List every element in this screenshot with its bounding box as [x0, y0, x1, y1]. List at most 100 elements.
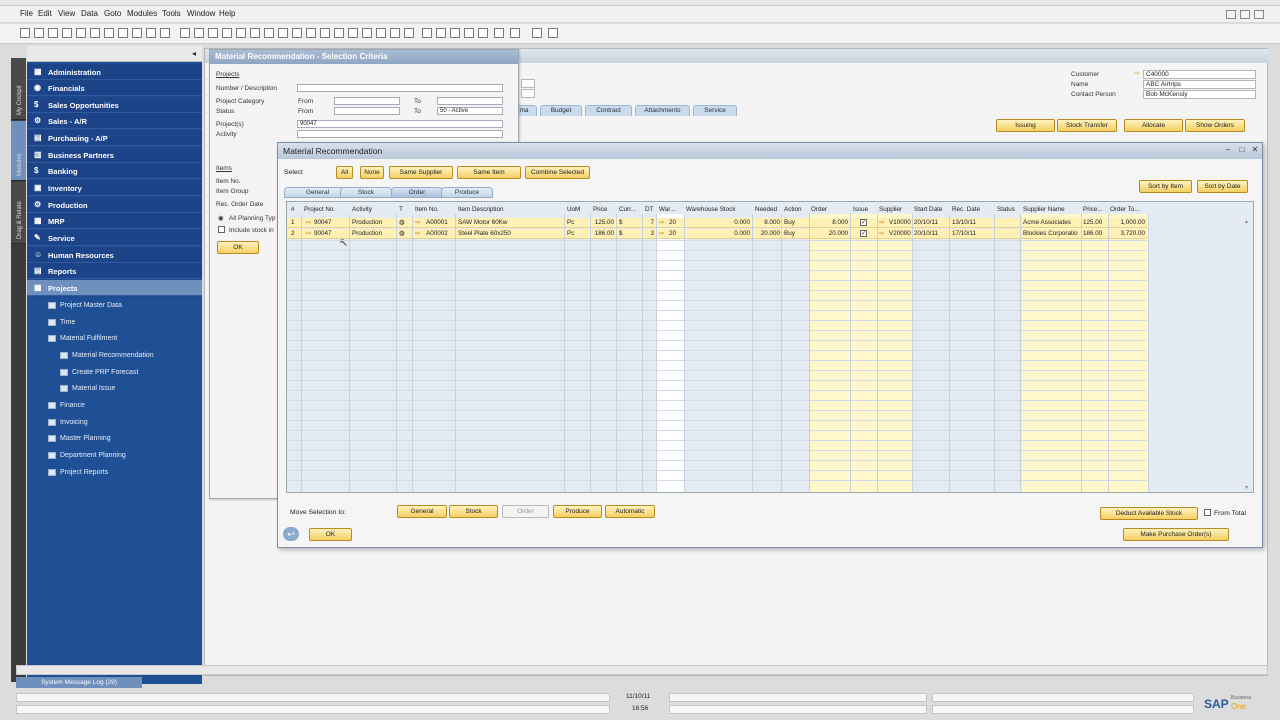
column-header[interactable]: Issue: [853, 206, 868, 213]
sidebar-item-project-reports[interactable]: Project Reports: [27, 465, 202, 481]
tab-service[interactable]: Service: [693, 105, 737, 116]
minimize-icon[interactable]: –: [1223, 146, 1233, 155]
deduct-available-stock-button[interactable]: Deduct Available Stock: [1100, 507, 1198, 520]
tab-order[interactable]: Order: [391, 187, 443, 198]
make-purchase-orders-button[interactable]: Make Purchase Order(s): [1123, 528, 1229, 541]
toolbar-button-icon[interactable]: [278, 28, 288, 38]
scroll-down-icon[interactable]: ▾: [1245, 484, 1248, 491]
toolbar-button-icon[interactable]: [264, 28, 274, 38]
module-sales-ar[interactable]: ⚙ Sales - A/R: [27, 113, 202, 129]
number-description-field[interactable]: [297, 84, 503, 92]
sidebar-item-material-fulfilment[interactable]: Material Fulfilment: [27, 331, 202, 347]
module-human-resources[interactable]: ☺ Human Resources: [27, 247, 202, 263]
toolbar-button-icon[interactable]: [76, 28, 86, 38]
column-header[interactable]: Curr...: [619, 206, 636, 213]
tab-drag-relate[interactable]: Drag & Relate: [11, 182, 26, 244]
move-general-button[interactable]: General: [397, 505, 447, 518]
bg-field[interactable]: [521, 79, 535, 88]
toolbar-button-icon[interactable]: [236, 28, 246, 38]
automatic-button[interactable]: Automatic: [605, 505, 655, 518]
column-header[interactable]: War...: [659, 206, 675, 213]
link-arrow-icon[interactable]: ⇨: [415, 219, 420, 226]
from-total-checkbox[interactable]: [1204, 509, 1211, 516]
toolbar-button-icon[interactable]: [118, 28, 128, 38]
column-header[interactable]: Order To...: [1110, 206, 1140, 213]
toolbar-button-icon[interactable]: [478, 28, 488, 38]
toolbar-button-icon[interactable]: [306, 28, 316, 38]
menu-modules[interactable]: Modules: [127, 9, 157, 18]
issue-checkbox[interactable]: ✓: [860, 219, 867, 226]
column-header[interactable]: #: [291, 206, 295, 213]
module-banking[interactable]: $ Banking: [27, 163, 202, 179]
module-production[interactable]: ⚙ Production: [27, 197, 202, 213]
tab-contract[interactable]: Contract: [585, 105, 632, 116]
sidebar-item-department-planning[interactable]: Department Planning: [27, 448, 202, 464]
toolbar-button-icon[interactable]: [34, 28, 44, 38]
show-orders-button[interactable]: Show Orders: [1185, 119, 1245, 132]
toolbar-button-icon[interactable]: [436, 28, 446, 38]
column-header[interactable]: Price...: [1083, 206, 1103, 213]
toolbar-button-icon[interactable]: [208, 28, 218, 38]
tab-produce[interactable]: Produce: [441, 187, 493, 198]
bg-field[interactable]: [521, 89, 535, 98]
status-to-select[interactable]: 50 - Active: [437, 107, 503, 115]
column-header[interactable]: Rec. Date: [952, 206, 980, 213]
horizontal-scrollbar[interactable]: [16, 665, 1268, 675]
link-arrow-icon[interactable]: ⇨: [659, 230, 664, 237]
tab-my-cockpit[interactable]: My Cockpit: [11, 58, 26, 120]
menu-tools[interactable]: Tools: [162, 9, 181, 18]
toolbar-button-icon[interactable]: [334, 28, 344, 38]
same-supplier-button[interactable]: Same Supplier: [389, 166, 453, 179]
include-stock-checkbox[interactable]: [218, 226, 225, 233]
column-header[interactable]: UoM: [567, 206, 580, 213]
projects-field[interactable]: 90047: [297, 120, 503, 128]
toolbar-button-icon[interactable]: [320, 28, 330, 38]
same-item-button[interactable]: Same Item: [457, 166, 521, 179]
column-header[interactable]: Status: [997, 206, 1015, 213]
tab-attachments[interactable]: Attachments: [635, 105, 690, 116]
column-header[interactable]: Action: [784, 206, 802, 213]
toolbar-button-icon[interactable]: [48, 28, 58, 38]
toolbar-button-icon[interactable]: [548, 28, 558, 38]
tab-modules[interactable]: Modules: [11, 121, 26, 181]
scroll-up-icon[interactable]: ▴: [1245, 218, 1248, 225]
name-field[interactable]: ABC Airtrips: [1143, 80, 1256, 89]
activity-field[interactable]: [297, 130, 503, 138]
column-header[interactable]: DT: [645, 206, 653, 213]
toolbar-button-icon[interactable]: [464, 28, 474, 38]
toolbar-button-icon[interactable]: [510, 28, 520, 38]
module-financials[interactable]: ◉ Financials: [27, 80, 202, 96]
table-row[interactable]: 2 ⇨ 90047 Production ◍ ⇨ A00002 Steel Pl…: [287, 229, 1147, 239]
column-header[interactable]: Supplier: [879, 206, 902, 213]
toolbar-button-icon[interactable]: [90, 28, 100, 38]
module-service[interactable]: ✎ Service: [27, 230, 202, 246]
stock-transfer-button[interactable]: Stock Transfer: [1057, 119, 1117, 132]
column-header[interactable]: Warehouse Stock: [686, 206, 735, 213]
status-from-select[interactable]: [334, 107, 400, 115]
menu-goto[interactable]: Goto: [104, 9, 121, 18]
toolbar-button-icon[interactable]: [494, 28, 504, 38]
category-from-select[interactable]: [334, 97, 400, 105]
sort-by-item-button[interactable]: Sort by Item: [1139, 180, 1192, 193]
move-produce-button[interactable]: Produce: [553, 505, 602, 518]
tab-budget[interactable]: Budget: [540, 105, 582, 116]
toolbar-button-icon[interactable]: [222, 28, 232, 38]
system-message-log[interactable]: System Message Log (29): [16, 677, 142, 688]
menu-help[interactable]: Help: [219, 9, 235, 18]
radio-selected-icon[interactable]: ◉: [218, 214, 224, 222]
column-header[interactable]: T: [399, 206, 403, 213]
minimize-icon[interactable]: [1226, 10, 1236, 19]
toolbar-button-icon[interactable]: [376, 28, 386, 38]
toolbar-button-icon[interactable]: [62, 28, 72, 38]
toolbar-button-icon[interactable]: [146, 28, 156, 38]
module-mrp[interactable]: ▦ MRP: [27, 213, 202, 229]
move-stock-button[interactable]: Stock: [449, 505, 498, 518]
back-arrow-icon[interactable]: ↩: [283, 527, 299, 541]
menu-file[interactable]: File: [20, 9, 33, 18]
issue-checkbox[interactable]: ✓: [860, 230, 867, 237]
sort-by-date-button[interactable]: Sort by Date: [1197, 180, 1248, 193]
toolbar-button-icon[interactable]: [422, 28, 432, 38]
column-header[interactable]: Supplier Name: [1023, 206, 1065, 213]
link-arrow-icon[interactable]: ⇨: [306, 230, 311, 237]
menu-edit[interactable]: Edit: [38, 9, 52, 18]
